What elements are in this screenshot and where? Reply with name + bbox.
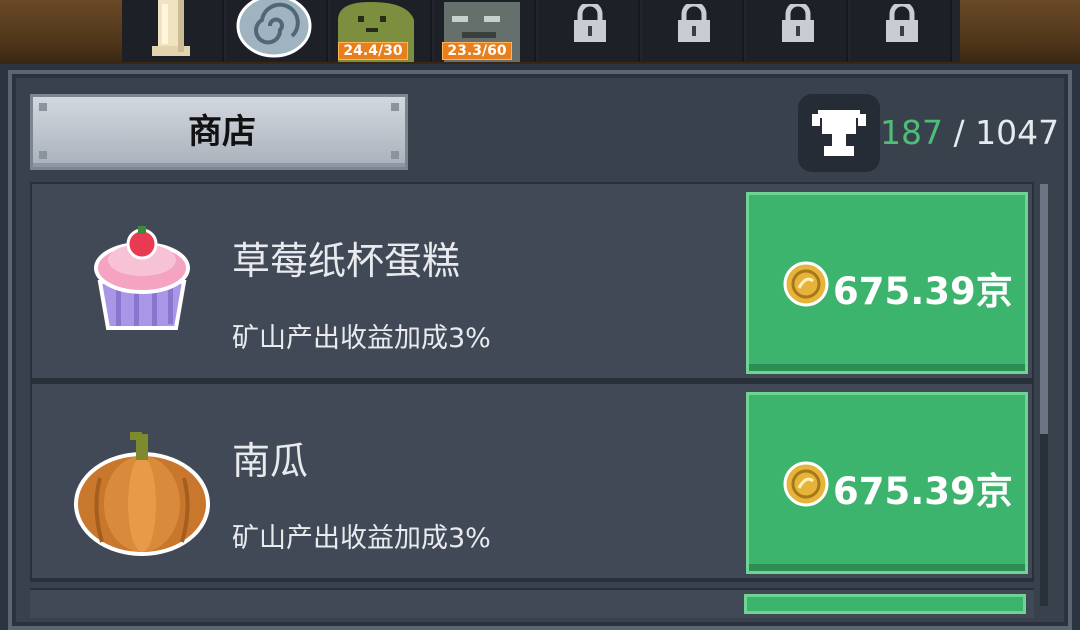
swirl-orb-icon bbox=[236, 0, 312, 58]
list-item: 草莓纸杯蛋糕 矿山产出收益加成3% 675.39京 bbox=[30, 182, 1034, 382]
buy-button[interactable]: 675.39京 bbox=[746, 392, 1028, 574]
scrollbar-thumb[interactable] bbox=[1040, 184, 1048, 434]
shop-item-list: 草莓纸杯蛋糕 矿山产出收益加成3% 675.39京 南瓜 矿山产出收益加成3% bbox=[30, 182, 1034, 606]
trophy-separator: / bbox=[943, 113, 976, 152]
slot-locked-4[interactable] bbox=[850, 0, 952, 62]
pumpkin-icon bbox=[74, 432, 210, 556]
coin-icon bbox=[783, 461, 829, 507]
lock-icon bbox=[886, 4, 918, 42]
shop-title-plate: 商店 bbox=[30, 94, 408, 170]
candle-icon bbox=[152, 0, 190, 56]
golem-level-badge: 23.3/60 bbox=[442, 42, 512, 60]
trophy-icon bbox=[812, 110, 866, 156]
slot-candle[interactable] bbox=[122, 0, 224, 62]
lock-icon bbox=[678, 4, 710, 42]
buy-button[interactable]: 675.39京 bbox=[746, 192, 1028, 374]
scrollbar[interactable] bbox=[1040, 184, 1048, 606]
strawberry-cupcake-icon bbox=[94, 226, 190, 330]
item-name: 草莓纸杯蛋糕 bbox=[232, 239, 461, 283]
slot-swirl-orb[interactable] bbox=[226, 0, 328, 62]
slot-stone-golem[interactable]: 23.3/60 bbox=[434, 0, 536, 62]
slot-locked-3[interactable] bbox=[746, 0, 848, 62]
slot-locked-2[interactable] bbox=[642, 0, 744, 62]
item-price: 675.39京 bbox=[833, 270, 1013, 313]
trophy-total: 1047 bbox=[975, 113, 1060, 152]
lock-icon bbox=[782, 4, 814, 42]
item-name: 南瓜 bbox=[232, 439, 309, 483]
trophy-badge[interactable] bbox=[798, 94, 880, 172]
item-description: 矿山产出收益加成3% bbox=[232, 323, 491, 354]
lock-icon bbox=[574, 4, 606, 42]
item-price: 675.39京 bbox=[833, 470, 1013, 513]
slot-green-slime[interactable]: 24.4/30 bbox=[330, 0, 432, 62]
slime-level-badge: 24.4/30 bbox=[338, 42, 408, 60]
page-title: 商店 bbox=[188, 112, 256, 152]
pet-slot-strip: 24.4/30 23.3/60 bbox=[122, 0, 960, 62]
list-item: 南瓜 矿山产出收益加成3% 675.39京 bbox=[30, 382, 1034, 582]
trophy-current: 187 bbox=[880, 113, 943, 152]
trophy-count: 187 / 1047 bbox=[880, 108, 1059, 158]
buy-button-partial[interactable] bbox=[744, 594, 1026, 614]
slot-locked-1[interactable] bbox=[538, 0, 640, 62]
item-description: 矿山产出收益加成3% bbox=[232, 523, 491, 554]
coin-icon bbox=[783, 261, 829, 307]
